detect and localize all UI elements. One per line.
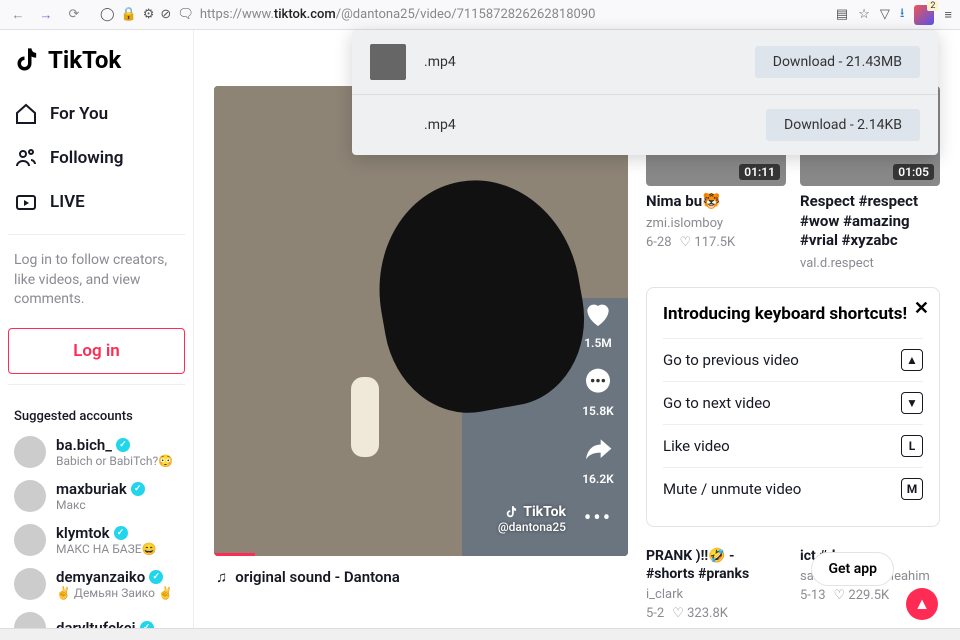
sidebar: TikTok For You Following LIVE Log in to … [0, 30, 194, 640]
block-icon: ⊘ [160, 7, 171, 22]
download-panel: .mp4 Download - 21.43MB .mp4 Download - 2.1… [352, 30, 938, 155]
login-button[interactable]: Log in [8, 328, 185, 374]
suggested-account[interactable]: maxburiak✓Макс [8, 474, 185, 518]
avatar [14, 524, 46, 556]
logo[interactable]: TikTok [8, 42, 185, 92]
menu-icon[interactable]: ≡ [944, 7, 952, 23]
shortcut-row: Like videoL [663, 424, 923, 467]
live-icon [14, 190, 38, 214]
reload-button[interactable]: ⟳ [64, 5, 84, 25]
download-thumb [370, 44, 406, 80]
bookmark-icon[interactable]: ☆ [858, 7, 870, 22]
related-video[interactable]: PRANK )!!🤣 - #shorts #pranksi_clark5-2♡ … [646, 541, 786, 621]
people-icon [14, 146, 38, 170]
key-badge: ▲ [901, 349, 923, 371]
heart-icon [582, 298, 614, 330]
tiktok-logo-icon [14, 46, 42, 74]
shortcut-row: Go to previous video▲ [663, 338, 923, 381]
download-row: .mp4 Download - 21.43MB [352, 30, 938, 95]
back-button[interactable]: ← [8, 5, 28, 25]
avatar [14, 436, 46, 468]
home-icon [14, 102, 38, 126]
avatar [14, 480, 46, 512]
download-icon[interactable]: ⭳ [900, 4, 905, 26]
verified-icon: ✓ [114, 526, 128, 540]
key-badge: ▼ [901, 392, 923, 414]
video-player[interactable]: TikTok @dantona25 1.5M 15.8K 16.2K ••• [214, 86, 628, 556]
url-bar[interactable]: ◯ 🔒 ⚙ ⊘ 🗨 https://www.tiktok.com/@danton… [92, 7, 828, 22]
share-button[interactable]: 16.2K [578, 430, 618, 486]
login-prompt: Log in to follow creators, like videos, … [8, 245, 185, 316]
nav-live[interactable]: LIVE [8, 180, 185, 224]
suggested-account[interactable]: klymtok✓МАКС НА БАЗЕ😄 [8, 518, 185, 562]
suggested-account[interactable]: demyanzaiko✓✌ Демьян Заико ✌ [8, 562, 185, 606]
download-filename: .mp4 [424, 117, 748, 133]
key-badge: L [901, 435, 923, 457]
key-badge: M [901, 478, 923, 500]
url-text: https://www.tiktok.com/@dantona25/video/… [200, 7, 596, 22]
reader-icon[interactable]: ▤ [836, 7, 848, 22]
horizontal-scrollbar[interactable] [0, 628, 960, 640]
verified-icon: ✓ [131, 482, 145, 496]
pocket-icon[interactable]: ▽ [880, 7, 890, 22]
translate-icon: 🗨 [177, 7, 194, 22]
download-row: .mp4 Download - 2.14KB [352, 95, 938, 155]
share-icon [582, 434, 614, 466]
more-button[interactable]: ••• [578, 498, 618, 538]
shortcut-row: Mute / unmute videoM [663, 467, 923, 510]
verified-icon: ✓ [116, 438, 130, 452]
suggested-account[interactable]: ba.bich_✓Babich or BabiTch?😳 [8, 430, 185, 474]
get-app-button[interactable]: Get app [811, 552, 894, 586]
nav-foryou[interactable]: For You [8, 92, 185, 136]
shortcut-row: Go to next video▼ [663, 381, 923, 424]
comment-icon [582, 366, 614, 398]
scroll-top-button[interactable]: ▲ [906, 588, 938, 620]
avatar [14, 568, 46, 600]
shield-icon: ◯ [100, 7, 115, 22]
close-icon[interactable]: ✕ [914, 298, 929, 319]
nav-following[interactable]: Following [8, 136, 185, 180]
like-button[interactable]: 1.5M [578, 294, 618, 350]
progress-bar[interactable] [214, 553, 255, 556]
shortcuts-title: Introducing keyboard shortcuts! [663, 304, 923, 324]
verified-icon: ✓ [149, 570, 163, 584]
download-button[interactable]: Download - 21.43MB [755, 46, 920, 78]
music-icon: ♫ [216, 568, 227, 586]
permission-icon: ⚙ [143, 7, 155, 22]
download-filename: .mp4 [424, 54, 737, 70]
extension-icon[interactable] [914, 5, 934, 25]
sound-row[interactable]: ♫ original sound - Dantona [214, 556, 628, 598]
forward-button[interactable]: → [36, 5, 56, 25]
shortcuts-panel: ✕ Introducing keyboard shortcuts! Go to … [646, 287, 940, 527]
suggested-title: Suggested accounts [8, 395, 185, 430]
browser-toolbar: ← → ⟳ ◯ 🔒 ⚙ ⊘ 🗨 https://www.tiktok.com/@… [0, 0, 960, 30]
watermark: TikTok @dantona25 [498, 504, 566, 534]
download-button[interactable]: Download - 2.14KB [766, 109, 920, 141]
lock-icon: 🔒 [121, 7, 137, 22]
comment-button[interactable]: 15.8K [578, 362, 618, 418]
